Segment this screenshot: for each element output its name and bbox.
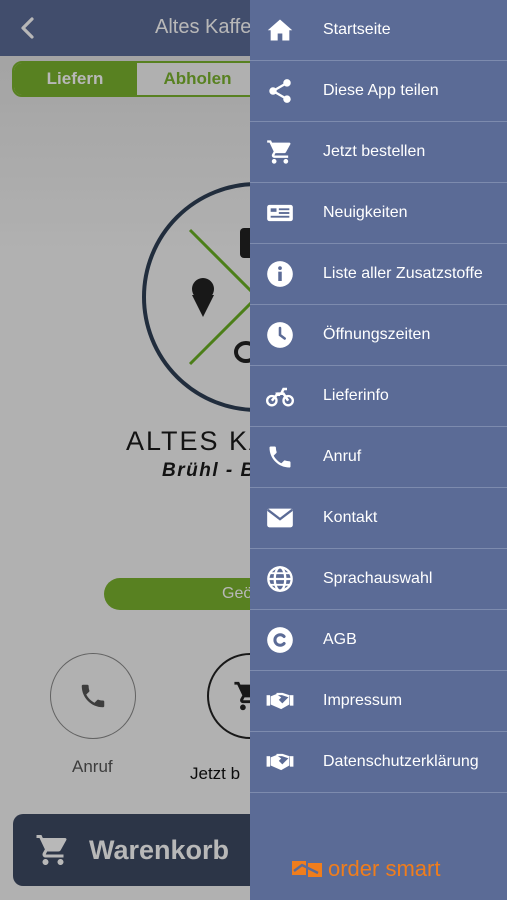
menu-item-language[interactable]: Sprachauswahl (250, 549, 507, 610)
motorcycle-icon (266, 387, 294, 407)
menu-item-terms[interactable]: AGB (250, 610, 507, 671)
menu-item-privacy[interactable]: Datenschutzerklärung (250, 732, 507, 793)
menu-label: Liste aller Zusatzstoffe (323, 265, 483, 282)
handshake-icon (266, 753, 294, 771)
menu-item-additives[interactable]: Liste aller Zusatzstoffe (250, 244, 507, 305)
menu-label: Impressum (323, 692, 403, 709)
handshake-icon (266, 692, 294, 710)
menu-label: Datenschutzerklärung (323, 753, 479, 770)
menu-label: Startseite (323, 21, 391, 38)
order-smart-logo-icon (292, 861, 322, 877)
newspaper-icon (267, 204, 293, 222)
side-menu: Startseite Diese App teilen Jetzt bestel… (250, 0, 507, 900)
menu-item-call[interactable]: Anruf (250, 427, 507, 488)
menu-item-news[interactable]: Neuigkeiten (250, 183, 507, 244)
menu-item-delivery-info[interactable]: Lieferinfo (250, 366, 507, 427)
envelope-icon (267, 508, 293, 528)
phone-icon (269, 446, 291, 468)
share-icon (269, 79, 291, 103)
menu-label: AGB (323, 631, 357, 648)
cart-icon (267, 140, 291, 164)
menu-item-share-app[interactable]: Diese App teilen (250, 61, 507, 122)
menu-label: Lieferinfo (323, 387, 389, 404)
menu-label: Diese App teilen (323, 82, 439, 99)
menu-label: Neuigkeiten (323, 204, 408, 221)
menu-label: Öffnungszeiten (323, 326, 431, 343)
globe-icon (267, 566, 293, 592)
info-icon (267, 261, 293, 287)
home-icon (267, 19, 293, 41)
copyright-icon (267, 627, 293, 653)
menu-label: Anruf (323, 448, 362, 465)
order-smart-logo: order smart (290, 856, 440, 882)
menu-item-contact[interactable]: Kontakt (250, 488, 507, 549)
menu-item-opening-hours[interactable]: Öffnungszeiten (250, 305, 507, 366)
menu-label: Kontakt (323, 509, 378, 526)
clock-icon (267, 322, 293, 348)
menu-item-imprint[interactable]: Impressum (250, 671, 507, 732)
menu-label: Sprachauswahl (323, 570, 433, 587)
menu-item-startseite[interactable]: Startseite (250, 0, 507, 61)
order-smart-text: order smart (328, 856, 441, 881)
menu-label: Jetzt bestellen (323, 143, 426, 160)
menu-item-order-now[interactable]: Jetzt bestellen (250, 122, 507, 183)
